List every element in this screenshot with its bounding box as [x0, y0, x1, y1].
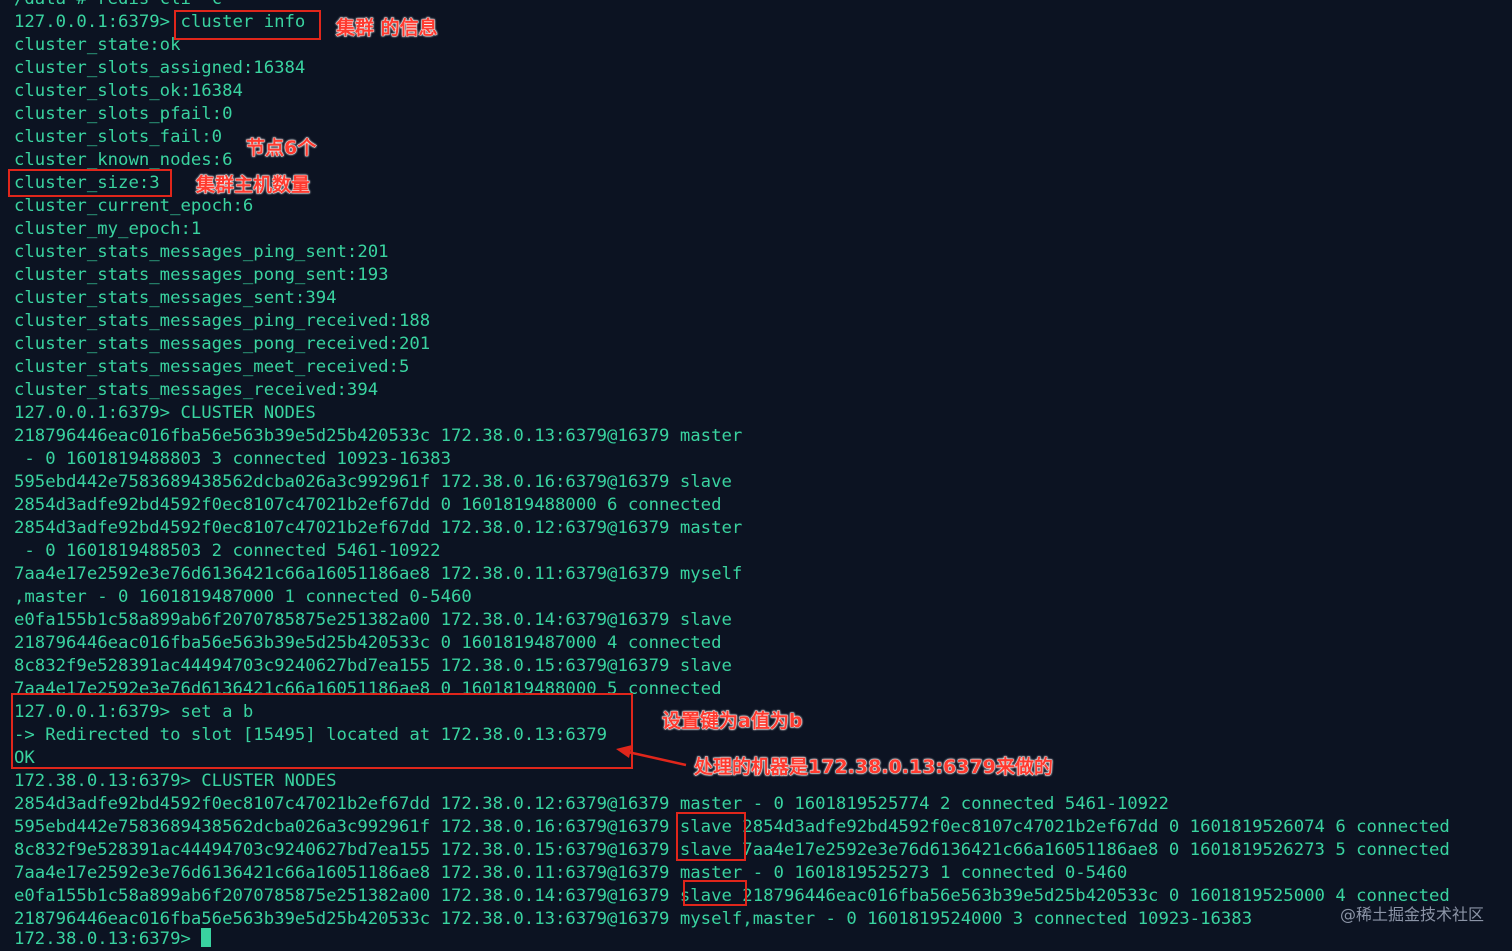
terminal-line: ,master - 0 1601819487000 1 connected 0-… — [14, 587, 472, 607]
terminal-line: cluster_stats_messages_meet_received:5 — [14, 357, 410, 377]
terminal-line: cluster_slots_ok:16384 — [14, 81, 243, 101]
terminal-line: 7aa4e17e2592e3e76d6136421c66a16051186ae8… — [14, 564, 743, 584]
terminal-line: 2854d3adfe92bd4592f0ec8107c47021b2ef67dd… — [14, 518, 743, 538]
annotation-nodes-count: 节点6个 — [246, 137, 317, 160]
terminal-line: cluster_my_epoch:1 — [14, 219, 202, 239]
watermark: @稀土掘金技术社区 — [1339, 905, 1484, 924]
terminal-line: cluster_state:ok — [14, 35, 181, 55]
terminal-line: 2854d3adfe92bd4592f0ec8107c47021b2ef67dd… — [14, 794, 1169, 814]
terminal-line-command: 127.0.0.1:6379> CLUSTER NODES — [14, 403, 316, 423]
terminal-line: cluster_current_epoch:6 — [14, 196, 254, 216]
highlight-box-cluster-info — [174, 10, 321, 40]
terminal-line: cluster_stats_messages_pong_sent:193 — [14, 265, 389, 285]
terminal-line: cluster_slots_pfail:0 — [14, 104, 233, 124]
annotation-cluster-info: 集群 的信息 — [336, 17, 438, 40]
annotation-set-key: 设置键为a值为b — [662, 710, 803, 733]
terminal-line: cluster_stats_messages_pong_received:201 — [14, 334, 431, 354]
arrow-shaft — [627, 750, 687, 767]
terminal-line: 2854d3adfe92bd4592f0ec8107c47021b2ef67dd… — [14, 495, 722, 515]
prompt-text: 172.38.0.13:6379> — [14, 929, 202, 949]
terminal-line: cluster_stats_messages_ping_sent:201 — [14, 242, 389, 262]
annotation-handled-by: 处理的机器是172.38.0.13:6379来做的 — [694, 756, 1054, 779]
terminal-line: e0fa155b1c58a899ab6f2070785875e251382a00… — [14, 610, 732, 630]
terminal-line: 8c832f9e528391ac44494703c9240627bd7ea155… — [14, 656, 732, 676]
terminal-line: 7aa4e17e2592e3e76d6136421c66a16051186ae8… — [14, 863, 1128, 883]
text-cursor — [201, 928, 212, 947]
terminal-line: - 0 1601819488803 3 connected 10923-1638… — [14, 449, 451, 469]
highlight-box-cluster-size — [8, 169, 172, 197]
terminal-line: 218796446eac016fba56e563b39e5d25b420533c… — [14, 426, 743, 446]
terminal-line: - 0 1601819488503 2 connected 5461-10922 — [14, 541, 441, 561]
terminal-line: cluster_slots_fail:0 — [14, 127, 223, 147]
highlight-box-slave-1 — [676, 812, 746, 861]
terminal-prompt[interactable]: 172.38.0.13:6379> — [14, 928, 212, 951]
terminal-line: cluster_stats_messages_sent:394 — [14, 288, 337, 308]
terminal-line: 218796446eac016fba56e563b39e5d25b420533c… — [14, 633, 722, 653]
terminal-line: cluster_stats_messages_received:394 — [14, 380, 379, 400]
terminal-line-command: 172.38.0.13:6379> CLUSTER NODES — [14, 771, 337, 791]
highlight-box-slave-2 — [683, 880, 747, 906]
terminal-line: cluster_slots_assigned:16384 — [14, 58, 306, 78]
highlight-box-set-command — [11, 693, 633, 769]
terminal-line: 595ebd442e7583689438562dcba026a3c992961f… — [14, 472, 732, 492]
annotation-master-count: 集群主机数量 — [196, 174, 311, 197]
terminal-line: cluster_stats_messages_ping_received:188 — [14, 311, 431, 331]
